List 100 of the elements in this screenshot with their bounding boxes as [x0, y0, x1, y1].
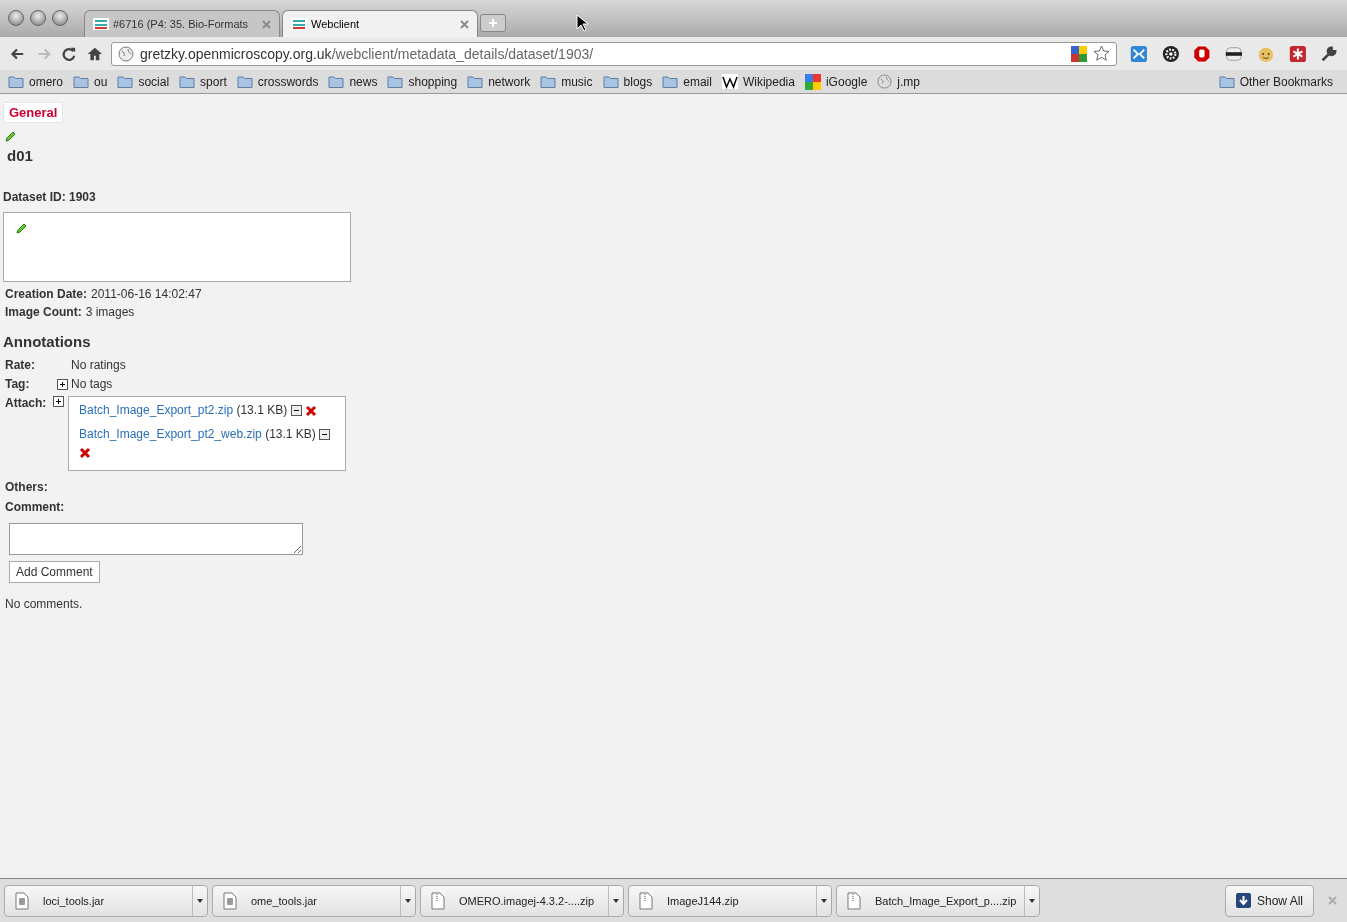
caret-icon[interactable] — [613, 898, 619, 903]
download-item[interactable]: ome_tools.jar — [212, 884, 416, 917]
bookmark-item[interactable]: sport — [177, 74, 235, 89]
bookmark-item[interactable]: j.mp — [875, 74, 928, 89]
download-item[interactable]: Batch_Image_Export_p....zip — [836, 884, 1040, 917]
remove-minus-icon[interactable] — [290, 405, 302, 417]
colored-squares-icon[interactable] — [1070, 45, 1087, 62]
bookmark-label: music — [561, 74, 593, 89]
field-label: Comment: — [5, 500, 65, 514]
file-size: (13.1 KB) — [265, 427, 316, 441]
download-item[interactable]: loci_tools.jar — [4, 884, 208, 917]
pencil-icon[interactable] — [15, 223, 27, 235]
folder-icon — [1218, 74, 1235, 89]
field-value: 3 images — [85, 305, 135, 319]
file-size: (13.1 KB) — [236, 403, 288, 417]
field-label: Creation Date: — [5, 287, 87, 301]
bookmark-item[interactable]: omero — [6, 74, 71, 89]
window-control-button[interactable] — [30, 9, 46, 26]
expand-plus-icon[interactable] — [57, 378, 68, 390]
add-comment-button[interactable]: Add Comment — [9, 561, 100, 583]
comment-field[interactable] — [9, 523, 303, 555]
bookmark-item[interactable]: crosswords — [234, 74, 327, 89]
delete-cross-icon[interactable] — [79, 446, 91, 459]
zip-file-icon — [431, 891, 445, 910]
caret-icon[interactable] — [1029, 898, 1035, 903]
folder-icon — [8, 74, 24, 89]
folder-icon — [387, 74, 404, 89]
bookmark-label: ou — [94, 74, 108, 89]
star-icon[interactable] — [1092, 45, 1110, 62]
globe-icon — [117, 45, 134, 62]
field-label: Image Count: — [5, 305, 82, 319]
bookmark-label: Other Bookmarks — [1239, 74, 1333, 89]
bookmark-item[interactable]: news — [326, 74, 386, 89]
bookmark-item[interactable]: network — [465, 74, 539, 89]
browser-tab[interactable]: Webclient — [282, 10, 478, 37]
bookmark-label: omero — [29, 74, 63, 89]
attachment-link[interactable]: Batch_Image_Export_pt2_web.zip — [79, 427, 262, 441]
download-name: Batch_Image_Export_p....zip — [875, 894, 1017, 907]
caret-icon[interactable] — [197, 898, 203, 903]
field-label: Rate: — [5, 358, 36, 372]
download-name: ome_tools.jar — [251, 894, 318, 907]
bookmark-item[interactable]: ou — [71, 74, 116, 89]
jar-file-icon — [15, 891, 29, 910]
bookmark-item[interactable]: email — [660, 74, 720, 89]
bookmark-item[interactable]: blogs — [600, 74, 661, 89]
folder-icon — [602, 74, 619, 89]
field-label: Others: — [5, 480, 48, 494]
window-control-button[interactable] — [8, 9, 24, 26]
attachment-link[interactable]: Batch_Image_Export_pt2.zip — [79, 403, 234, 417]
window-control-button[interactable] — [52, 9, 68, 26]
caret-icon[interactable] — [405, 898, 411, 903]
download-name: OMERO.imagej-4.3.2-....zip — [459, 894, 595, 907]
mouse-cursor-icon — [576, 14, 588, 32]
jar-file-icon — [223, 891, 237, 910]
field-value: No tags — [71, 377, 113, 391]
show-all-button[interactable]: Show All — [1224, 884, 1314, 917]
zip-file-icon — [639, 891, 653, 910]
folder-icon — [662, 74, 679, 89]
bookmark-item[interactable]: Other Bookmarks — [1216, 74, 1341, 89]
download-arrow-icon — [1235, 893, 1251, 908]
colored-g-icon — [804, 73, 821, 90]
bookmark-label: network — [488, 74, 531, 89]
bookmark-label: crosswords — [257, 74, 319, 89]
bookmark-label: iGoogle — [825, 74, 868, 89]
bookmark-item[interactable]: Wikipedia — [719, 74, 803, 89]
close-icon[interactable] — [460, 19, 469, 29]
folder-icon — [328, 74, 345, 89]
bookmark-label: Wikipedia — [742, 74, 795, 89]
delete-cross-icon[interactable] — [304, 404, 317, 417]
plus-icon — [488, 18, 498, 28]
folder-icon — [73, 74, 89, 89]
panel-tab[interactable]: General — [3, 102, 64, 123]
bookmark-item[interactable]: social — [115, 74, 178, 89]
caret-icon[interactable] — [821, 898, 827, 903]
no-comments-text: No comments. — [5, 597, 83, 611]
folder-icon — [540, 74, 557, 89]
expand-plus-icon[interactable] — [53, 396, 64, 407]
download-item[interactable]: OMERO.imagej-4.3.2-....zip — [420, 884, 624, 917]
dataset-id: Dataset ID: 1903 — [3, 190, 96, 204]
new-tab-button[interactable] — [480, 14, 506, 32]
bookmark-item[interactable]: iGoogle — [802, 73, 876, 90]
bookmark-label: blogs — [623, 74, 653, 89]
zip-file-icon — [847, 891, 861, 910]
pencil-icon[interactable] — [4, 131, 16, 143]
folder-icon — [117, 74, 134, 89]
url-text: gretzky.openmicroscopy.org.uk/webclient/metadata_details/dataset/1903/ — [139, 45, 595, 62]
bookmark-label: social — [138, 74, 170, 89]
folder-icon — [236, 74, 253, 89]
folder-icon — [179, 74, 196, 89]
globe-icon — [877, 74, 893, 89]
bookmark-item[interactable]: music — [538, 74, 601, 89]
remove-minus-icon[interactable] — [319, 429, 331, 441]
address-bar[interactable]: gretzky.openmicroscopy.org.uk/webclient/metadata_details/dataset/1903/ — [110, 41, 1117, 66]
bookmark-item[interactable]: shopping — [385, 74, 466, 89]
download-name: ImageJ144.zip — [667, 894, 739, 907]
browser-tab[interactable]: #6716 (P4: 35. Bio-Formats — [84, 10, 280, 37]
download-item[interactable]: ImageJ144.zip — [628, 884, 832, 917]
bookmark-label: sport — [200, 74, 227, 89]
dataset-name: d01 — [7, 147, 33, 164]
field-value: No ratings — [71, 358, 126, 372]
